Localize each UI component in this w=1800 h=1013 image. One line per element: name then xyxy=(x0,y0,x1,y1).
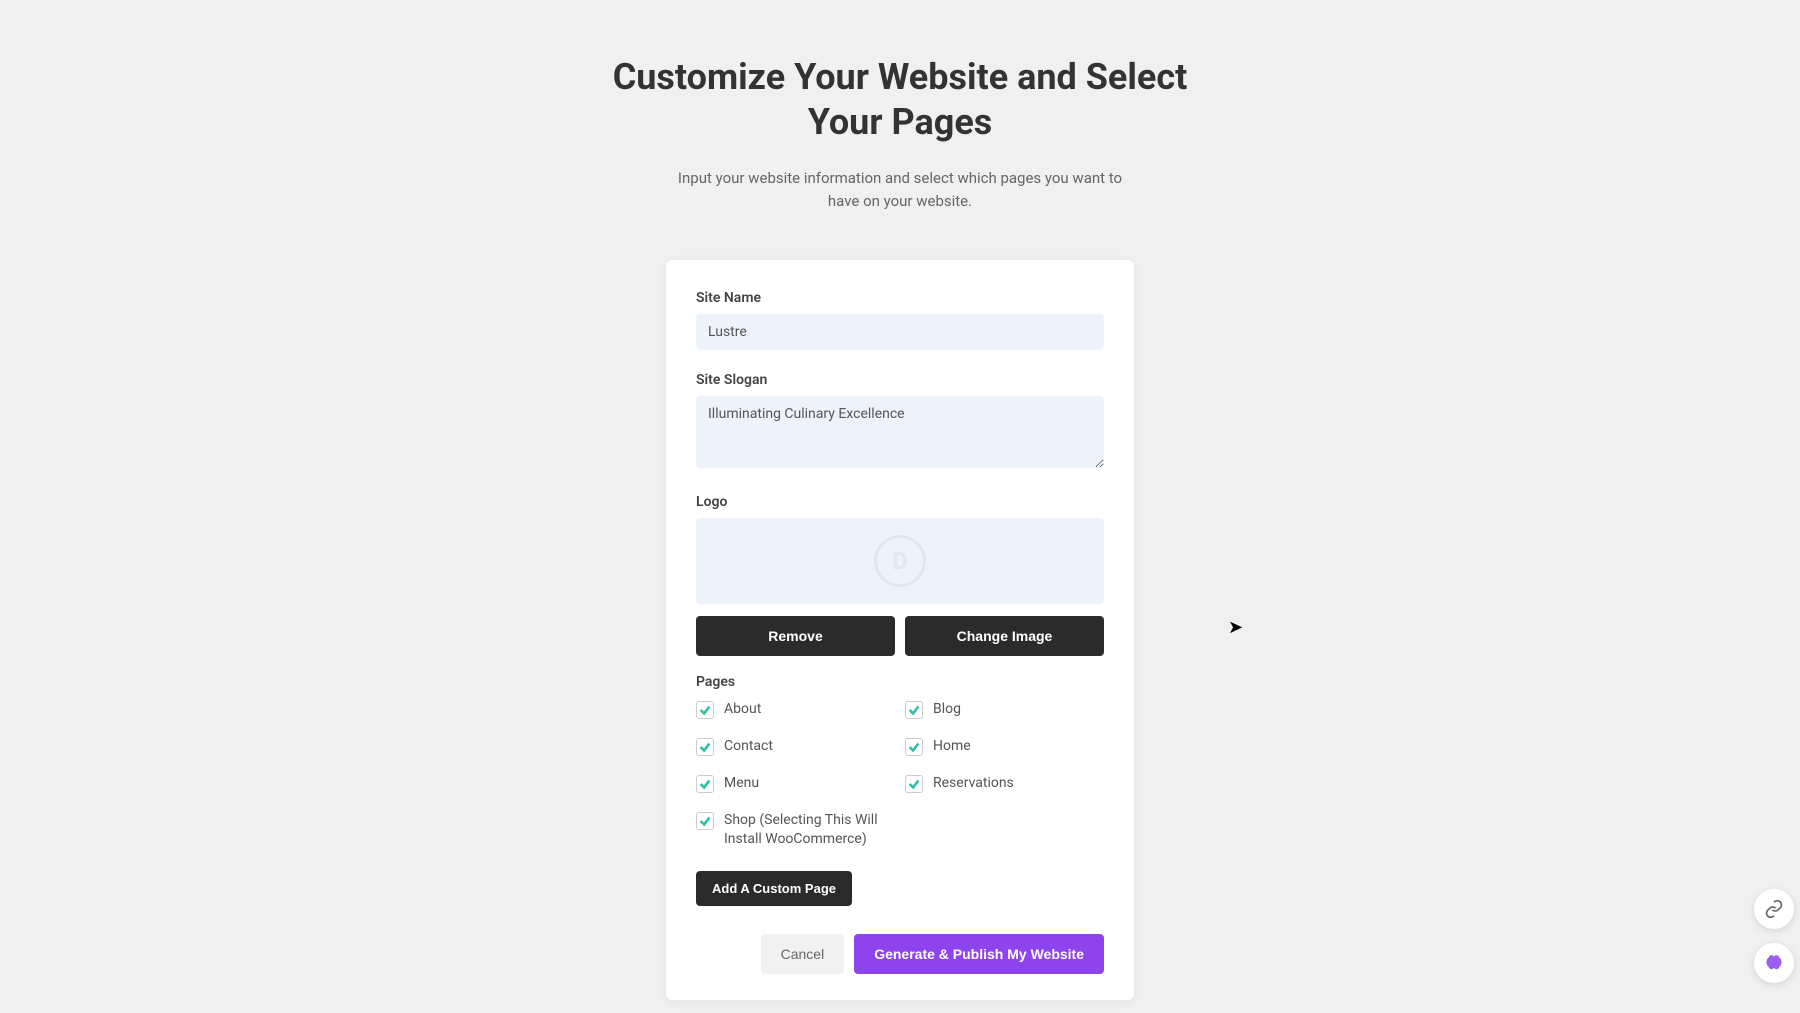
logo-group: Logo D Remove Change Image xyxy=(696,494,1104,656)
floating-actions xyxy=(1754,889,1794,983)
page-checkbox-home[interactable]: Home xyxy=(905,737,1104,756)
cancel-button[interactable]: Cancel xyxy=(761,934,845,974)
site-name-group: Site Name xyxy=(696,290,1104,350)
generate-publish-button[interactable]: Generate & Publish My Website xyxy=(854,934,1104,974)
page-checkbox-reservations[interactable]: Reservations xyxy=(905,774,1104,793)
logo-preview: D xyxy=(696,518,1104,604)
page-item-label: Reservations xyxy=(933,774,1014,793)
page-item-label: Shop (Selecting This Will Install WooCom… xyxy=(724,811,895,849)
pages-label: Pages xyxy=(696,674,1104,690)
site-slogan-label: Site Slogan xyxy=(696,372,1104,388)
page-item-label: About xyxy=(724,700,761,719)
remove-logo-button[interactable]: Remove xyxy=(696,616,895,656)
page-title: Customize Your Website and Select Your P… xyxy=(600,55,1200,145)
check-icon xyxy=(905,738,923,756)
logo-label: Logo xyxy=(696,494,1104,510)
check-icon xyxy=(696,738,714,756)
pages-grid: About Blog Contact Home Menu Reservation… xyxy=(696,700,1104,849)
page-item-label: Blog xyxy=(933,700,961,719)
logo-placeholder-icon: D xyxy=(874,535,926,587)
page-checkbox-contact[interactable]: Contact xyxy=(696,737,895,756)
page-item-label: Menu xyxy=(724,774,759,793)
page-item-label: Home xyxy=(933,737,971,756)
page-checkbox-menu[interactable]: Menu xyxy=(696,774,895,793)
page-item-label: Contact xyxy=(724,737,773,756)
add-custom-page-button[interactable]: Add A Custom Page xyxy=(696,871,852,906)
link-float-button[interactable] xyxy=(1754,889,1794,929)
change-image-button[interactable]: Change Image xyxy=(905,616,1104,656)
site-slogan-group: Site Slogan xyxy=(696,372,1104,472)
site-name-input[interactable] xyxy=(696,314,1104,350)
form-footer: Cancel Generate & Publish My Website xyxy=(696,934,1104,974)
ai-float-button[interactable] xyxy=(1754,943,1794,983)
site-name-label: Site Name xyxy=(696,290,1104,306)
brain-icon xyxy=(1764,953,1784,973)
check-icon xyxy=(696,701,714,719)
link-icon xyxy=(1764,899,1784,919)
page-checkbox-blog[interactable]: Blog xyxy=(905,700,1104,719)
check-icon xyxy=(905,701,923,719)
site-slogan-input[interactable] xyxy=(696,396,1104,468)
check-icon xyxy=(696,775,714,793)
page-checkbox-shop[interactable]: Shop (Selecting This Will Install WooCom… xyxy=(696,811,895,849)
check-icon xyxy=(696,812,714,830)
page-checkbox-about[interactable]: About xyxy=(696,700,895,719)
customize-form-card: Site Name Site Slogan Logo D Remove Chan… xyxy=(666,260,1134,1000)
page-subtitle: Input your website information and selec… xyxy=(665,167,1135,212)
check-icon xyxy=(905,775,923,793)
